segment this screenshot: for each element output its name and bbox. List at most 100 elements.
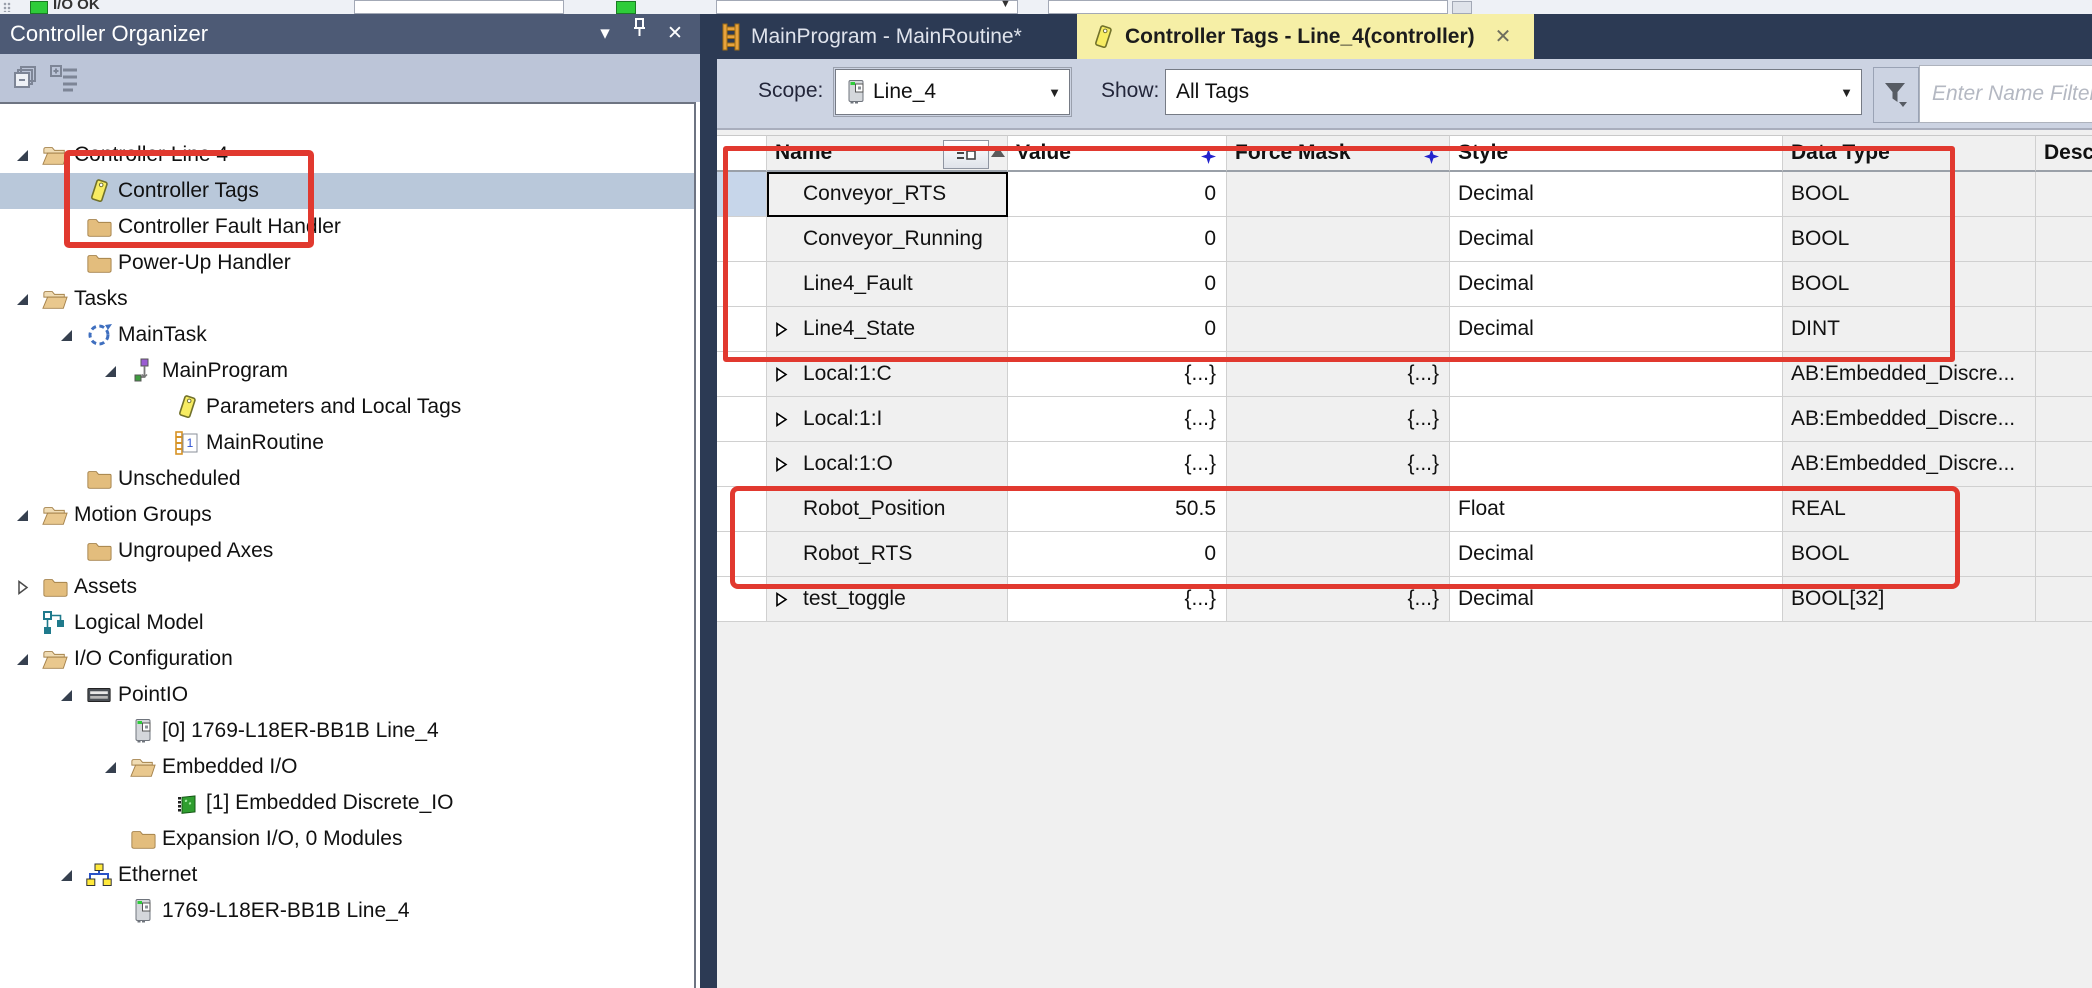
description-cell[interactable] <box>2036 397 2092 442</box>
tab-close-icon[interactable]: ✕ <box>1495 24 1512 49</box>
tree-expander-icon[interactable] <box>14 147 30 163</box>
name-filter-input[interactable] <box>1919 65 2092 123</box>
name-cell[interactable]: test_toggle <box>767 577 1008 622</box>
dtype-cell[interactable]: BOOL <box>1783 532 2036 577</box>
tree-expander-icon[interactable] <box>102 759 118 775</box>
tree-expander-icon[interactable] <box>58 327 74 343</box>
toolbar-icon-fragment[interactable] <box>616 1 636 14</box>
column-header-dtype[interactable]: Data Type <box>1783 135 2036 172</box>
row-selector-cell[interactable] <box>717 262 767 307</box>
tree-item--1-embedded-discrete-io[interactable]: [1] Embedded Discrete_IO <box>0 785 694 821</box>
dtype-cell[interactable]: BOOL <box>1783 172 2036 217</box>
column-filter-icon[interactable] <box>1201 146 1216 170</box>
dtype-cell[interactable]: BOOL <box>1783 217 2036 262</box>
column-header-value[interactable]: Value <box>1008 135 1227 172</box>
dtype-cell[interactable]: DINT <box>1783 307 2036 352</box>
row-expander-icon[interactable] <box>775 457 791 472</box>
name-cell[interactable]: Robot_Position <box>767 487 1008 532</box>
value-cell[interactable]: 0 <box>1008 307 1227 352</box>
dtype-cell[interactable]: AB:Embedded_Discre... <box>1783 397 2036 442</box>
tree-item-ethernet[interactable]: Ethernet <box>0 857 694 893</box>
tree-item-parameters-and-local-tags[interactable]: Parameters and Local Tags <box>0 389 694 425</box>
sort-ascending-icon[interactable] <box>991 147 1005 157</box>
dock-menu-icon[interactable]: ▾ <box>588 14 622 54</box>
tree-expander-icon[interactable] <box>58 687 74 703</box>
tree-item-controller-line-4[interactable]: Controller Line 4 <box>0 137 694 173</box>
style-cell[interactable] <box>1450 352 1783 397</box>
grid-corner-cell[interactable] <box>717 135 767 172</box>
tree-expander-icon[interactable] <box>14 507 30 523</box>
value-cell[interactable]: {...} <box>1008 352 1227 397</box>
name-cell[interactable]: Robot_RTS <box>767 532 1008 577</box>
close-icon[interactable]: ✕ <box>658 14 692 54</box>
row-selector-cell[interactable] <box>717 442 767 487</box>
force-cell[interactable] <box>1227 532 1450 577</box>
row-expander-icon[interactable] <box>775 322 791 337</box>
style-cell[interactable]: Decimal <box>1450 172 1783 217</box>
description-cell[interactable] <box>2036 532 2092 577</box>
column-header-desc[interactable]: Description <box>2036 135 2092 172</box>
style-cell[interactable]: Decimal <box>1450 307 1783 352</box>
row-expander-icon[interactable] <box>775 412 791 427</box>
tree-expander-icon[interactable] <box>102 363 118 379</box>
filter-funnel-button[interactable] <box>1873 67 1919 123</box>
description-cell[interactable] <box>2036 352 2092 397</box>
name-cell[interactable]: Line4_State <box>767 307 1008 352</box>
row-selector-cell[interactable] <box>717 172 767 217</box>
value-cell[interactable]: {...} <box>1008 397 1227 442</box>
toolbar-combo-fragment[interactable] <box>354 0 564 14</box>
column-filter-icon[interactable] <box>1424 146 1439 170</box>
tree-item-1769-l18er-bb1b-line-4[interactable]: 1769-L18ER-BB1B Line_4 <box>0 893 694 929</box>
tree-item-unscheduled[interactable]: Unscheduled <box>0 461 694 497</box>
description-cell[interactable] <box>2036 172 2092 217</box>
tree-item-ungrouped-axes[interactable]: Ungrouped Axes <box>0 533 694 569</box>
tree-item-mainroutine[interactable]: 1MainRoutine <box>0 425 694 461</box>
row-selector-cell[interactable] <box>717 352 767 397</box>
name-cell[interactable]: Local:1:I <box>767 397 1008 442</box>
value-cell[interactable]: {...} <box>1008 577 1227 622</box>
style-cell[interactable]: Float <box>1450 487 1783 532</box>
tree-expander-icon[interactable] <box>58 867 74 883</box>
style-cell[interactable]: Decimal <box>1450 532 1783 577</box>
tree-item-controller-tags[interactable]: Controller Tags <box>0 173 694 209</box>
force-cell[interactable] <box>1227 307 1450 352</box>
pin-icon[interactable] <box>622 14 656 54</box>
collapse-all-button[interactable] <box>8 61 44 95</box>
style-cell[interactable] <box>1450 442 1783 487</box>
scope-combobox[interactable]: Line_4 ▼ <box>835 69 1070 115</box>
description-cell[interactable] <box>2036 307 2092 352</box>
row-selector-cell[interactable] <box>717 532 767 577</box>
tab-mainprogram-mainroutine-[interactable]: MainProgram - MainRoutine* <box>720 14 1022 59</box>
tree-expander-icon[interactable] <box>14 651 30 667</box>
toolbar-combo-fragment-2[interactable] <box>716 0 1018 14</box>
style-cell[interactable]: Decimal <box>1450 262 1783 307</box>
row-selector-cell[interactable] <box>717 577 767 622</box>
force-cell[interactable]: {...} <box>1227 577 1450 622</box>
style-cell[interactable]: Decimal <box>1450 577 1783 622</box>
tree-item-motion-groups[interactable]: Motion Groups <box>0 497 694 533</box>
toolbar-button-fragment[interactable] <box>1452 1 1472 14</box>
tree-item-expansion-i-o-0-modules[interactable]: Expansion I/O, 0 Modules <box>0 821 694 857</box>
value-cell[interactable]: 0 <box>1008 532 1227 577</box>
style-cell[interactable] <box>1450 397 1783 442</box>
value-cell[interactable]: 50.5 <box>1008 487 1227 532</box>
name-cell[interactable]: Local:1:O <box>767 442 1008 487</box>
description-cell[interactable] <box>2036 442 2092 487</box>
value-cell[interactable]: {...} <box>1008 442 1227 487</box>
force-cell[interactable] <box>1227 262 1450 307</box>
tree-item-maintask[interactable]: MainTask <box>0 317 694 353</box>
tree-item-i-o-configuration[interactable]: I/O Configuration <box>0 641 694 677</box>
tree-item--0-1769-l18er-bb1b-line-4[interactable]: [0] 1769-L18ER-BB1B Line_4 <box>0 713 694 749</box>
tree-item-pointio[interactable]: PointIO <box>0 677 694 713</box>
dtype-cell[interactable]: AB:Embedded_Discre... <box>1783 352 2036 397</box>
name-cell[interactable]: Line4_Fault <box>767 262 1008 307</box>
column-header-name[interactable]: Name <box>767 135 1008 172</box>
tree-item-mainprogram[interactable]: MainProgram <box>0 353 694 389</box>
tree-item-controller-fault-handler[interactable]: Controller Fault Handler <box>0 209 694 245</box>
tab-active-controller-tags-line-4-control[interactable]: Controller Tags - Line_4(controller)✕ <box>1077 14 1534 59</box>
dtype-cell[interactable]: BOOL <box>1783 262 2036 307</box>
description-cell[interactable] <box>2036 262 2092 307</box>
row-expander-icon[interactable] <box>775 592 791 607</box>
row-selector-cell[interactable] <box>717 397 767 442</box>
force-cell[interactable]: {...} <box>1227 397 1450 442</box>
